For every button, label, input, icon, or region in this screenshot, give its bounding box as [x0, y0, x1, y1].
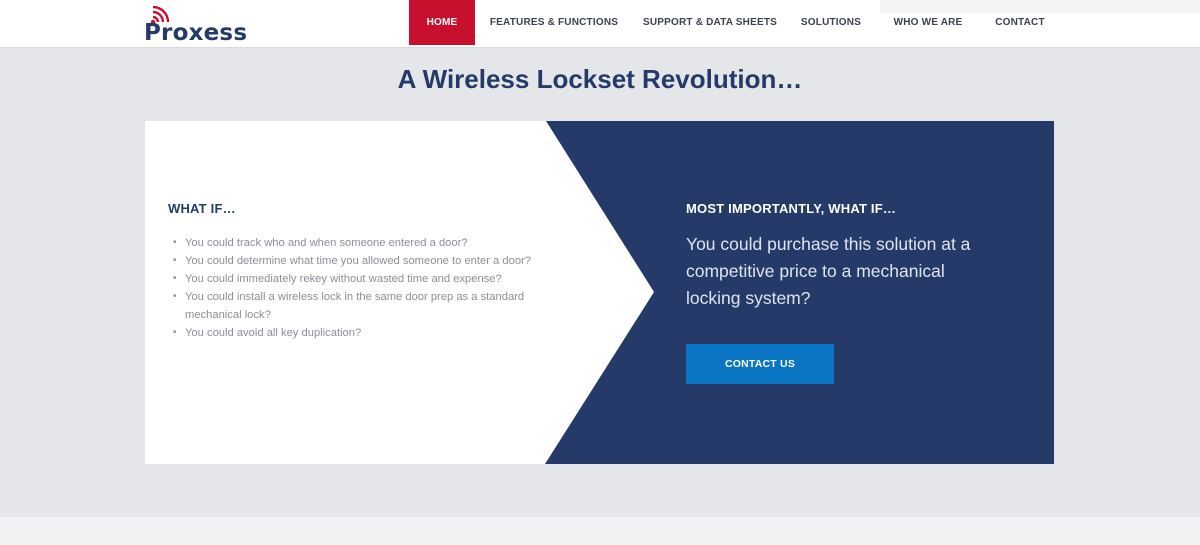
what-if-list: You could track who and when someone ent…	[171, 234, 531, 342]
list-item: You could immediately rekey without wast…	[171, 270, 531, 288]
what-if-panel: WHAT IF… You could track who and when so…	[145, 121, 1054, 464]
list-item: You could track who and when someone ent…	[171, 234, 531, 252]
nav-item-solutions[interactable]: SOLUTIONS	[787, 0, 875, 45]
logo-wordmark: Proxess	[144, 20, 248, 46]
main-nav: HOME FEATURES & FUNCTIONS SUPPORT & DATA…	[409, 0, 1059, 45]
proxess-logo[interactable]: Proxess	[144, 6, 254, 46]
site-header: Proxess HOME FEATURES & FUNCTIONS SUPPOR…	[0, 0, 1200, 48]
nav-item-features[interactable]: FEATURES & FUNCTIONS	[475, 0, 633, 45]
nav-item-contact[interactable]: CONTACT	[981, 0, 1059, 45]
value-proposition-text: You could purchase this solution at a co…	[686, 234, 971, 308]
footer-band	[0, 517, 1200, 545]
nav-item-who-we-are[interactable]: WHO WE ARE	[875, 0, 981, 45]
list-item: You could avoid all key duplication?	[171, 324, 531, 342]
most-importantly-heading: MOST IMPORTANTLY, WHAT IF…	[686, 201, 897, 216]
list-item: You could install a wireless lock in the…	[171, 288, 531, 324]
nav-item-support[interactable]: SUPPORT & DATA SHEETS	[633, 0, 787, 45]
page-title: A Wireless Lockset Revolution…	[397, 64, 803, 94]
what-if-heading: WHAT IF…	[168, 201, 236, 216]
contact-us-button[interactable]: CONTACT US	[686, 344, 834, 384]
list-item: You could determine what time you allowe…	[171, 252, 531, 270]
nav-item-home[interactable]: HOME	[409, 0, 475, 45]
